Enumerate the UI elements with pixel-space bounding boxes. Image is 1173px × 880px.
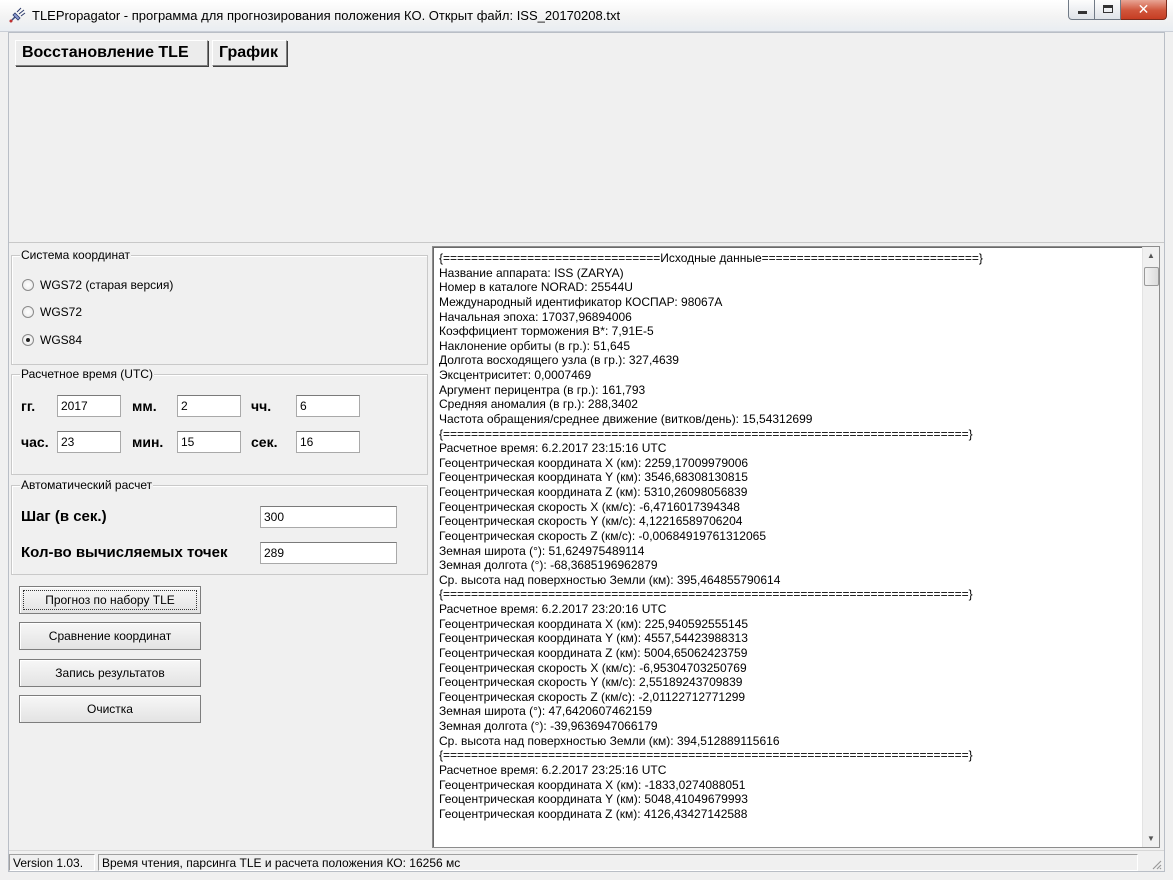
output-line: Геоцентрическая координата Z (км): 5310,…: [439, 485, 748, 499]
title-bar[interactable]: TLEPropagator - программа для прогнозиро…: [0, 0, 1173, 32]
window-controls: ✕: [1068, 0, 1167, 22]
scroll-thumb[interactable]: [1144, 267, 1159, 286]
calc-time-group: Расчетное время (UTC) гг. 2017 мм. 2 чч.…: [11, 367, 428, 475]
compare-coordinates-button[interactable]: Сравнение координат: [19, 622, 201, 650]
group-caption: Расчетное время (UTC): [20, 367, 154, 381]
radio-wgs72-old[interactable]: WGS72 (старая версия): [22, 277, 173, 293]
output-line: Геоцентрическая координата X (км): 225,9…: [439, 616, 749, 631]
day-label: чч.: [251, 398, 272, 414]
maximize-button[interactable]: [1095, 0, 1121, 20]
points-label: Кол-во вычисляемых точек: [21, 544, 228, 561]
hour-label: час.: [21, 434, 49, 450]
output-line: Коэффициент торможения B*: 7,91E-5: [439, 324, 654, 339]
output-line: Геоцентрическая скорость Z (км/с): -0,00…: [439, 528, 767, 543]
output-text: {===============================Исходные…: [439, 251, 1139, 845]
points-input[interactable]: 289: [260, 542, 397, 564]
output-line: Земная долгота (°): -68,3685196962879: [439, 558, 658, 573]
output-line: Расчетное время: 6.2.2017 23:15:16 UTC: [439, 441, 667, 456]
second-input[interactable]: 16: [296, 431, 360, 453]
window-title: TLEPropagator - программа для прогнозиро…: [32, 8, 621, 23]
status-bar: Version 1.03. Время чтения, парсинга TLE…: [9, 850, 1164, 872]
output-line: Ср. высота над поверхностью Земли (км): …: [439, 733, 780, 748]
status-version: Version 1.03.: [9, 854, 95, 871]
output-line: Номер в каталоге NORAD: 25544U: [439, 280, 633, 295]
output-line: Геоцентрическая скорость X (км/с): -6,47…: [439, 499, 740, 514]
output-line: Частота обращения/среднее движение (витк…: [439, 411, 813, 426]
forecast-button[interactable]: Прогноз по набору TLE: [19, 586, 201, 614]
output-line: Земная широта (°): 47,6420607462159: [439, 704, 652, 719]
minimize-icon: [1078, 11, 1087, 14]
output-line: Ср. высота над поверхностью Земли (км): …: [439, 572, 781, 587]
second-label: сек.: [251, 434, 278, 450]
output-line: Геоцентрическая координата Y (км): 4557,…: [439, 631, 748, 646]
restore-tle-button[interactable]: Восстановление TLE: [15, 40, 208, 66]
output-line: {=======================================…: [439, 748, 973, 763]
scroll-up-icon[interactable]: ▲: [1143, 247, 1159, 264]
output-line: Геоцентрическая скорость Z (км/с): -2,01…: [439, 689, 746, 704]
output-line: Расчетное время: 6.2.2017 23:20:16 UTC: [439, 602, 667, 616]
output-line: Геоцентрическая скорость Y (км/с): 4,122…: [439, 514, 743, 529]
close-icon: ✕: [1137, 1, 1150, 17]
output-line: Название аппарата: ISS (ZARYA): [439, 265, 624, 280]
output-line: Наклонение орбиты (в гр.): 51,645: [439, 338, 631, 353]
radio-label: WGS72 (старая версия): [40, 278, 174, 292]
status-message: Время чтения, парсинга TLE и расчета пол…: [98, 854, 1138, 871]
radio-label: WGS72: [40, 305, 83, 319]
auto-calc-group: Автоматический расчет Шаг (в сек.) 300 К…: [11, 478, 428, 575]
output-line: Геоцентрическая координата Y (км): 5048,…: [439, 792, 748, 807]
resize-grip-icon[interactable]: [1150, 858, 1162, 870]
radio-button[interactable]: [22, 306, 34, 318]
main-window: Восстановление TLE График Система коорди…: [8, 32, 1165, 872]
month-input[interactable]: 2: [177, 395, 241, 417]
output-line: Долгота восходящего узла (в гр.): 327,46…: [439, 353, 679, 368]
satellite-icon: [9, 7, 26, 23]
radio-label: WGS84: [40, 333, 83, 347]
day-input[interactable]: 6: [296, 395, 360, 417]
output-line: {===============================Исходные…: [439, 251, 983, 265]
maximize-icon: [1103, 5, 1113, 13]
chart-button[interactable]: График: [212, 40, 287, 66]
radio-wgs72[interactable]: WGS72: [22, 304, 82, 320]
output-line: Геоцентрическая координата Z (км): 4126,…: [439, 806, 748, 821]
save-results-button[interactable]: Запись результатов: [19, 659, 201, 687]
output-line: Геоцентрическая скорость Y (км/с): 2,551…: [439, 675, 743, 690]
radio-button-checked[interactable]: [22, 334, 34, 346]
step-label: Шаг (в сек.): [21, 508, 107, 525]
output-line: Аргумент перицентра (в гр.): 161,793: [439, 382, 646, 397]
minute-label: мин.: [132, 434, 164, 450]
month-label: мм.: [132, 398, 157, 414]
output-line: Начальная эпоха: 17037,96894006: [439, 309, 632, 324]
output-line: Эксцентриситет: 0,0007469: [439, 368, 592, 382]
output-line: Геоцентрическая скорость X (км/с): -6,95…: [439, 660, 747, 675]
output-line: Геоцентрическая координата X (км): 2259,…: [439, 455, 749, 470]
output-line: Расчетное время: 6.2.2017 23:25:16 UTC: [439, 762, 667, 777]
toolbar-area: Восстановление TLE График: [9, 33, 1164, 243]
output-line: Геоцентрическая координата Z (км): 5004,…: [439, 645, 748, 660]
hour-input[interactable]: 23: [57, 431, 121, 453]
year-input[interactable]: 2017: [57, 395, 121, 417]
clear-button[interactable]: Очистка: [19, 695, 201, 723]
group-caption: Система координат: [20, 248, 132, 262]
output-textarea[interactable]: {===============================Исходные…: [432, 246, 1160, 848]
step-input[interactable]: 300: [260, 506, 397, 528]
output-line: Международный идентификатор КОСПАР: 9806…: [439, 294, 723, 309]
coordinate-system-group: Система координат WGS72 (старая версия) …: [11, 248, 428, 365]
radio-button[interactable]: [22, 279, 34, 291]
scroll-down-icon[interactable]: ▼: [1143, 830, 1159, 847]
output-line: Средняя аномалия (в гр.): 288,3402: [439, 397, 638, 412]
close-button[interactable]: ✕: [1121, 0, 1167, 20]
output-line: {=======================================…: [439, 426, 973, 441]
output-line: Земная долгота (°): -39,9636947066179: [439, 719, 658, 733]
radio-wgs84[interactable]: WGS84: [22, 332, 82, 348]
output-line: Геоцентрическая координата X (км): -1833…: [439, 777, 746, 792]
group-caption: Автоматический расчет: [20, 478, 154, 492]
focus-rect: [23, 590, 197, 610]
output-line: {=======================================…: [439, 587, 973, 602]
output-line: Земная широта (°): 51,624975489114: [439, 543, 645, 558]
minimize-button[interactable]: [1068, 0, 1095, 20]
year-label: гг.: [21, 398, 36, 414]
output-line: Геоцентрическая координата Y (км): 3546,…: [439, 470, 748, 485]
vertical-scrollbar[interactable]: ▲ ▼: [1142, 247, 1159, 847]
minute-input[interactable]: 15: [177, 431, 241, 453]
